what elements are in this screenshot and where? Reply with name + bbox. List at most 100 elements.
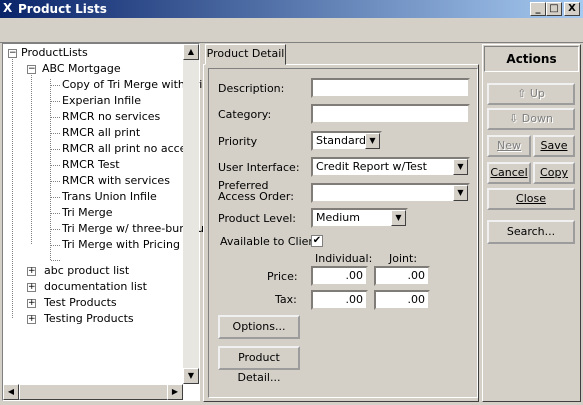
access-order-label-line2: Access Order:	[218, 190, 294, 203]
tree-root[interactable]: ProductLists	[21, 46, 88, 60]
tree-connector	[51, 133, 60, 134]
user-interface-value: Credit Report w/Test	[316, 160, 427, 173]
tree-connector	[12, 56, 13, 318]
minimize-button[interactable]: _	[530, 2, 546, 16]
scroll-left-icon[interactable]: ◀	[3, 384, 19, 400]
vertical-scrollbar[interactable]: ▲ ▼	[183, 44, 199, 384]
close-label: Close	[516, 192, 546, 205]
tree-group[interactable]: Test Products	[44, 296, 117, 310]
user-interface-select[interactable]: Credit Report w/Test ▼	[311, 157, 470, 177]
tree-group[interactable]: ABC Mortgage	[42, 62, 121, 76]
collapse-icon[interactable]: −	[27, 65, 36, 74]
tree-connector	[51, 117, 60, 118]
arrow-down-icon: ⇩	[509, 112, 519, 125]
expand-icon[interactable]: +	[27, 315, 36, 324]
close-button[interactable]: Close	[487, 188, 575, 210]
new-label: New	[497, 139, 521, 152]
search-button[interactable]: Search...	[487, 220, 575, 244]
copy-button[interactable]: Copy	[533, 162, 575, 184]
tree-item[interactable]: RMCR all print no access	[62, 142, 198, 156]
close-window-button[interactable]: X	[564, 2, 580, 16]
cancel-button[interactable]: Cancel	[487, 162, 531, 184]
copy-label: Copy	[540, 166, 568, 179]
tree-item[interactable]: Experian Infile	[62, 94, 141, 108]
expand-icon[interactable]: +	[27, 299, 36, 308]
detail-form: Description: Category: Priority Standard…	[208, 68, 478, 398]
horizontal-scrollbar[interactable]: ◀ ▶	[3, 384, 183, 400]
up-button[interactable]: ⇧ Up	[487, 83, 575, 105]
tax-individual-field[interactable]: .00	[311, 290, 368, 310]
description-label: Description:	[218, 82, 285, 95]
priority-select[interactable]: Standard ▼	[311, 131, 382, 151]
tree-item[interactable]: Trans Union Infile	[62, 190, 157, 204]
price-label: Price:	[267, 270, 298, 283]
tree-item[interactable]: RMCR all print	[62, 126, 140, 140]
chevron-down-icon[interactable]: ▼	[453, 185, 468, 201]
maximize-button[interactable]: □	[546, 2, 562, 16]
individual-header: Individual:	[315, 252, 373, 265]
tree-item[interactable]: RMCR no services	[62, 110, 160, 124]
tree-connector	[51, 260, 60, 261]
app-icon: X	[3, 1, 13, 15]
user-interface-label: User Interface:	[218, 161, 300, 174]
window-title: Product Lists	[18, 2, 107, 16]
save-label: Save	[540, 139, 568, 152]
category-field[interactable]	[311, 104, 470, 124]
new-button[interactable]: New	[487, 135, 531, 157]
product-tree[interactable]: − ProductLists − ABC Mortgage Copy of Tr…	[2, 43, 204, 401]
available-to-client-label: Available to Client:	[220, 235, 324, 248]
product-detail-button[interactable]: Product Detail...	[218, 346, 300, 384]
description-field[interactable]	[311, 78, 470, 98]
tab-product-detail[interactable]: Product Detail	[205, 44, 286, 65]
joint-header: Joint:	[389, 252, 418, 265]
product-level-label: Product Level:	[218, 212, 297, 225]
scroll-right-icon[interactable]: ▶	[167, 384, 183, 400]
scroll-up-icon[interactable]: ▲	[183, 44, 199, 60]
tree-item[interactable]: Copy of Tri Merge with Pri	[62, 78, 202, 92]
access-order-select[interactable]: ▼	[311, 183, 470, 203]
tree-group[interactable]: abc product list	[44, 264, 129, 278]
tax-label: Tax:	[275, 293, 297, 306]
priority-value: Standard	[316, 134, 367, 147]
actions-header: Actions	[484, 46, 579, 72]
tree-connector	[51, 245, 60, 246]
expand-icon[interactable]: +	[27, 283, 36, 292]
options-button[interactable]: Options...	[218, 315, 300, 339]
tree-item[interactable]: RMCR Test	[62, 158, 120, 172]
tree-connector	[51, 101, 60, 102]
product-level-value: Medium	[316, 211, 360, 224]
scroll-thumb[interactable]	[19, 384, 169, 400]
chevron-down-icon[interactable]: ▼	[365, 133, 380, 149]
tree-connector	[51, 213, 60, 214]
price-individual-field[interactable]: .00	[311, 266, 368, 286]
tree-connector	[51, 149, 60, 150]
price-joint-field[interactable]: .00	[374, 266, 430, 286]
scroll-down-icon[interactable]: ▼	[183, 368, 199, 384]
tree-item[interactable]: Tri Merge with Pricing	[62, 238, 180, 252]
tree-group[interactable]: Testing Products	[44, 312, 134, 326]
tree-connector	[51, 85, 60, 86]
tree-item[interactable]: RMCR with services	[62, 174, 170, 188]
chevron-down-icon[interactable]: ▼	[453, 159, 468, 175]
save-button[interactable]: Save	[533, 135, 575, 157]
chevron-down-icon[interactable]: ▼	[391, 210, 406, 226]
tree-group[interactable]: documentation list	[44, 280, 147, 294]
tree-connector	[50, 79, 51, 260]
available-to-client-checkbox[interactable]: ✔	[311, 235, 323, 247]
toolbar-area	[0, 20, 583, 43]
tree-item[interactable]: Tri Merge	[62, 206, 113, 220]
tax-joint-field[interactable]: .00	[374, 290, 430, 310]
tree-connector	[31, 72, 32, 244]
collapse-icon[interactable]: −	[8, 49, 17, 58]
tree-connector	[51, 229, 60, 230]
arrow-up-icon: ⇧	[517, 87, 527, 100]
cancel-label: Cancel	[490, 166, 528, 179]
expand-icon[interactable]: +	[27, 267, 36, 276]
access-order-label: Preferred Access Order:	[218, 180, 294, 202]
tree-connector	[51, 197, 60, 198]
title-bar: X Product Lists _ □ X	[0, 0, 583, 18]
category-label: Category:	[218, 108, 272, 121]
product-level-select[interactable]: Medium ▼	[311, 208, 408, 228]
down-button[interactable]: ⇩ Down	[487, 108, 575, 130]
down-label: Down	[521, 112, 553, 125]
